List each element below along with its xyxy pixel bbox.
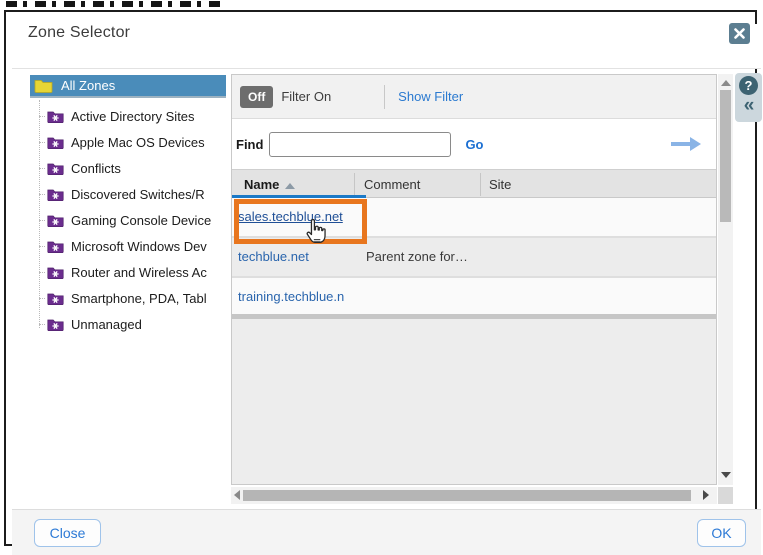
purple-folder-asterisk-icon <box>47 188 64 201</box>
table-header: Name Comment Site <box>232 169 716 198</box>
filter-on-label: Filter On <box>281 89 331 104</box>
table-row-training[interactable]: training.techblue.n <box>232 278 716 314</box>
next-arrow-icon[interactable] <box>669 135 702 153</box>
tree-item[interactable]: Active Directory Sites <box>30 105 226 127</box>
tree-item-all-zones[interactable]: All Zones <box>30 75 226 98</box>
purple-folder-asterisk-icon <box>47 136 64 149</box>
table-row-sales[interactable]: sales.techblue.net <box>232 198 716 236</box>
tree-item-label: Gaming Console Device <box>71 213 211 228</box>
purple-folder-asterisk-icon <box>47 292 64 305</box>
vertical-scrollbar-thumb[interactable] <box>720 90 731 222</box>
go-link[interactable]: Go <box>465 137 483 152</box>
tree-item[interactable]: Conflicts <box>30 157 226 179</box>
find-label: Find <box>236 137 263 152</box>
tree-item[interactable]: Discovered Switches/R <box>30 183 226 205</box>
purple-folder-asterisk-icon <box>47 110 64 123</box>
column-divider <box>480 173 481 196</box>
purple-folder-asterisk-icon <box>47 162 64 175</box>
purple-folder-asterisk-icon <box>47 266 64 279</box>
tree-connector-stub <box>39 246 45 247</box>
rows-end-band <box>232 314 716 319</box>
scroll-up-arrow[interactable] <box>721 80 731 86</box>
tree-connector-stub <box>39 272 45 273</box>
zone-link-training[interactable]: training.techblue.n <box>238 289 344 304</box>
show-filter-link[interactable]: Show Filter <box>398 89 463 104</box>
column-header-name[interactable]: Name <box>244 177 279 192</box>
sorted-column-underline <box>232 195 366 198</box>
tree-connector-stub <box>39 324 45 325</box>
column-header-site[interactable]: Site <box>489 177 511 192</box>
tree-item[interactable]: Gaming Console Device <box>30 209 226 231</box>
tree-item-label: Unmanaged <box>71 317 142 332</box>
close-button[interactable]: Close <box>34 519 101 547</box>
tree-item-label: All Zones <box>61 78 115 93</box>
scroll-left-arrow[interactable] <box>234 490 240 500</box>
dialog-footer: Close OK <box>12 509 761 555</box>
tree-item-label: Router and Wireless Ac <box>71 265 207 280</box>
dialog-close-button[interactable] <box>729 23 750 44</box>
tree-item[interactable]: Unmanaged <box>30 313 226 335</box>
side-toolbar: ? « <box>735 73 762 122</box>
tree-connector-stub <box>39 142 45 143</box>
tree-item[interactable]: Apple Mac OS Devices <box>30 131 226 153</box>
horizontal-scrollbar[interactable] <box>231 487 717 504</box>
tree-item[interactable]: Router and Wireless Ac <box>30 261 226 283</box>
ok-button[interactable]: OK <box>697 519 746 547</box>
help-icon[interactable]: ? <box>739 76 758 95</box>
tree-connector-stub <box>39 116 45 117</box>
tree-item-label: Microsoft Windows Dev <box>71 239 207 254</box>
tree-item[interactable]: Microsoft Windows Dev <box>30 235 226 257</box>
clipped-background-text <box>6 1 220 7</box>
filter-divider <box>384 85 385 109</box>
comment-cell: Parent zone for… <box>366 249 468 264</box>
collapse-panel-icon[interactable]: « <box>740 95 758 117</box>
tree-item-label: Conflicts <box>71 161 121 176</box>
zone-selector-dialog: Zone Selector All Zones Active Directory… <box>4 10 757 546</box>
tree-item-label: Active Directory Sites <box>71 109 195 124</box>
purple-folder-asterisk-icon <box>47 240 64 253</box>
dialog-title: Zone Selector <box>28 24 130 42</box>
tree-item-label: Discovered Switches/R <box>71 187 205 202</box>
tree-connector-stub <box>39 220 45 221</box>
filter-off-toggle[interactable]: Off <box>240 86 273 108</box>
tree-item-label: Smartphone, PDA, Tabl <box>71 291 207 306</box>
zone-tree-panel: All Zones Active Directory Sites Apple Ma… <box>30 74 226 494</box>
yellow-folder-icon <box>34 78 53 93</box>
find-row: Find Go <box>232 119 716 169</box>
find-input[interactable] <box>269 132 451 157</box>
zone-link-techblue[interactable]: techblue.net <box>238 249 309 264</box>
tree-item-label: Apple Mac OS Devices <box>71 135 205 150</box>
table-row-techblue[interactable]: techblue.net Parent zone for… <box>232 238 716 276</box>
close-icon <box>734 28 745 39</box>
tree-connector-stub <box>39 298 45 299</box>
scrollbar-corner <box>718 487 733 504</box>
scroll-right-arrow[interactable] <box>703 490 709 500</box>
purple-folder-asterisk-icon <box>47 318 64 331</box>
horizontal-scrollbar-thumb[interactable] <box>243 490 691 501</box>
vertical-scrollbar[interactable] <box>718 74 733 485</box>
screen: Zone Selector All Zones Active Directory… <box>0 0 763 555</box>
column-divider <box>354 173 355 196</box>
zone-list-panel: Off Filter On Show Filter Find Go Name C… <box>231 74 717 485</box>
filter-bar: Off Filter On Show Filter <box>232 75 716 119</box>
scroll-down-arrow[interactable] <box>721 472 731 478</box>
tree-connector-stub <box>39 194 45 195</box>
tree-item[interactable]: Smartphone, PDA, Tabl <box>30 287 226 309</box>
purple-folder-asterisk-icon <box>47 214 64 227</box>
tree-connector-stub <box>39 168 45 169</box>
zone-link-sales[interactable]: sales.techblue.net <box>238 209 343 224</box>
sort-ascending-icon <box>285 183 295 189</box>
column-header-comment[interactable]: Comment <box>364 177 420 192</box>
